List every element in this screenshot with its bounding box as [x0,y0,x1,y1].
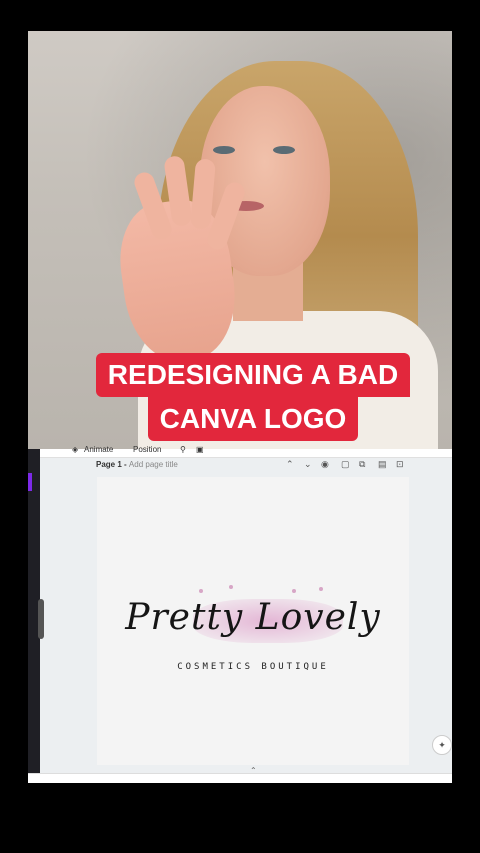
sparkle-dot [229,585,233,589]
paint-icon[interactable]: ⚲ [180,445,186,454]
page-header: Page 1 - Add page title [96,460,178,469]
sparkle-dot [199,589,203,593]
person-eye-right [273,146,295,154]
person-eye-left [213,146,235,154]
animate-button[interactable]: Animate [84,445,113,454]
duplicate-icon[interactable]: ⧉ [359,459,365,470]
chevron-down-icon[interactable]: ⌄ [304,459,312,470]
sparkle-dot [319,587,323,591]
sparkle-dot [292,589,296,593]
sidebar-active-indicator [28,473,32,491]
page-title-input[interactable]: Add page title [129,460,178,469]
video-area: REDESIGNING A BAD CANVA LOGO [28,31,452,449]
chevron-up-icon[interactable]: ⌃ [250,766,257,775]
transparency-icon[interactable]: ▣ [196,445,204,454]
trash-icon[interactable]: ▤ [378,459,387,470]
page-label: Page 1 - [96,460,129,469]
video-frame: REDESIGNING A BAD CANVA LOGO ◈ Animate P… [28,31,452,783]
video-caption: REDESIGNING A BAD CANVA LOGO [88,353,418,441]
chevron-up-icon[interactable]: ⌃ [286,459,294,470]
design-canvas[interactable]: Pretty Lovely COSMETICS BOUTIQUE [97,477,409,765]
add-page-icon[interactable]: ⊡ [396,459,404,470]
lock-icon[interactable]: ▢ [341,459,350,470]
caption-line-2: CANVA LOGO [147,397,359,441]
logo-title[interactable]: Pretty Lovely [97,597,409,638]
magic-helper-icon[interactable]: ✦ [432,735,452,755]
sidebar-drag-handle[interactable] [38,599,44,639]
canva-editor: ◈ Animate Position ⚲ ▣ Page 1 - Add page… [28,445,452,783]
caption-line-1: REDESIGNING A BAD [95,353,411,397]
editor-footer: ⌃ [28,766,452,783]
animate-icon[interactable]: ◈ [72,445,78,454]
editor-toolbar: ◈ Animate Position ⚲ ▣ [28,445,452,458]
position-button[interactable]: Position [133,445,161,454]
logo-subtitle[interactable]: COSMETICS BOUTIQUE [97,662,409,672]
eye-icon[interactable]: ◉ [321,459,329,470]
